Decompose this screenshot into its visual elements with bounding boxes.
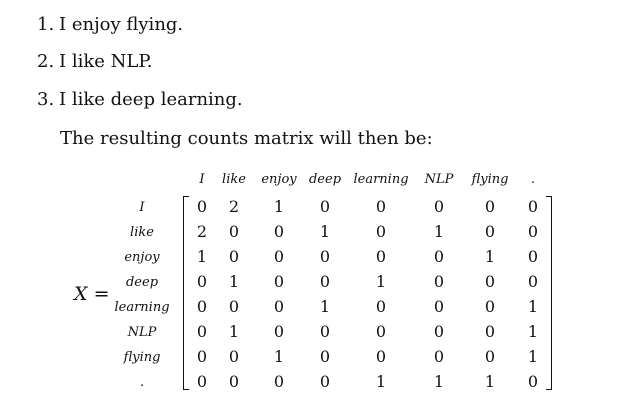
matrix-cell: 0 <box>527 372 539 391</box>
list-number: 2. <box>37 51 55 72</box>
paragraph: The resulting counts matrix will then be… <box>60 128 433 149</box>
matrix-cell: 1 <box>484 247 496 266</box>
matrix-cell: 1 <box>375 372 387 391</box>
list-item: 1. I enjoy flying. <box>37 14 183 36</box>
matrix-cell: 0 <box>484 297 496 316</box>
list-text: I like deep learning. <box>59 89 243 110</box>
matrix-cell: 1 <box>319 297 331 316</box>
matrix-cell: 0 <box>228 347 240 366</box>
matrix-cell: 0 <box>196 297 208 316</box>
row-header: like <box>130 225 154 240</box>
matrix-cell: 0 <box>273 247 285 266</box>
column-header: learning <box>353 172 409 187</box>
matrix-cell: 1 <box>527 322 539 341</box>
matrix-cell: 0 <box>228 372 240 391</box>
matrix-cell: 0 <box>273 222 285 241</box>
matrix-cell: 0 <box>196 322 208 341</box>
matrix-cell: 0 <box>527 197 539 216</box>
matrix-cell: 0 <box>196 347 208 366</box>
left-bracket <box>183 196 189 390</box>
matrix-cell: 0 <box>527 222 539 241</box>
matrix-cell: 0 <box>196 197 208 216</box>
matrix-cell: 0 <box>228 247 240 266</box>
matrix-cell: 0 <box>484 347 496 366</box>
matrix-cell: 0 <box>375 322 387 341</box>
row-header: learning <box>114 300 170 315</box>
matrix-cell: 1 <box>433 372 445 391</box>
column-header: flying <box>471 172 509 187</box>
column-header: enjoy <box>261 172 297 187</box>
matrix-cell: 0 <box>196 372 208 391</box>
row-header: enjoy <box>124 250 160 265</box>
matrix-cell: 0 <box>484 272 496 291</box>
matrix-cell: 0 <box>228 222 240 241</box>
list-item: 3. I like deep learning. <box>37 89 243 111</box>
matrix-label: X = <box>74 283 110 305</box>
matrix-cell: 1 <box>375 272 387 291</box>
matrix-cell: 0 <box>433 322 445 341</box>
matrix-cell: 0 <box>319 247 331 266</box>
matrix-cell: 1 <box>527 347 539 366</box>
matrix-cell: 0 <box>484 222 496 241</box>
matrix-cell: 1 <box>319 222 331 241</box>
column-header: . <box>530 172 536 187</box>
matrix-cell: 1 <box>228 272 240 291</box>
matrix-cell: 0 <box>319 372 331 391</box>
matrix-cell: 0 <box>375 247 387 266</box>
matrix-cell: 0 <box>433 247 445 266</box>
matrix-variable: X <box>74 283 88 305</box>
list-text: I enjoy flying. <box>59 14 184 35</box>
column-header: I <box>199 172 205 187</box>
matrix-cell: 0 <box>433 272 445 291</box>
matrix-cell: 0 <box>375 222 387 241</box>
matrix-cell: 0 <box>433 297 445 316</box>
matrix-cell: 0 <box>228 297 240 316</box>
matrix-cell: 0 <box>319 272 331 291</box>
matrix-cell: 0 <box>273 272 285 291</box>
matrix-cell: 0 <box>375 297 387 316</box>
column-header: NLP <box>424 172 454 187</box>
matrix-cell: 0 <box>375 347 387 366</box>
matrix-cell: 1 <box>527 297 539 316</box>
row-header: deep <box>125 275 159 290</box>
matrix-cell: 0 <box>319 322 331 341</box>
matrix-cell: 0 <box>433 197 445 216</box>
row-header: flying <box>123 350 161 365</box>
row-header: NLP <box>127 325 157 340</box>
list-number: 3. <box>37 89 55 110</box>
matrix-cell: 0 <box>319 347 331 366</box>
matrix-cell: 1 <box>273 197 285 216</box>
matrix-cell: 0 <box>433 347 445 366</box>
matrix-cell: 0 <box>273 372 285 391</box>
matrix-cell: 0 <box>484 197 496 216</box>
matrix-cell: 1 <box>228 322 240 341</box>
matrix-cell: 0 <box>484 322 496 341</box>
matrix-cell: 1 <box>484 372 496 391</box>
matrix-cell: 0 <box>527 272 539 291</box>
matrix-cell: 2 <box>228 197 240 216</box>
matrix-cell: 0 <box>527 247 539 266</box>
list-item: 2. I like NLP. <box>37 51 153 73</box>
right-bracket <box>546 196 552 390</box>
matrix-cell: 1 <box>433 222 445 241</box>
matrix-cell: 0 <box>375 197 387 216</box>
matrix-cell: 0 <box>196 272 208 291</box>
matrix-cell: 0 <box>319 197 331 216</box>
column-header: like <box>222 172 246 187</box>
matrix-cell: 2 <box>196 222 208 241</box>
row-header: . <box>139 375 145 390</box>
list-number: 1. <box>37 14 55 35</box>
matrix-equals: = <box>93 283 110 305</box>
matrix-cell: 0 <box>273 322 285 341</box>
matrix-cell: 1 <box>273 347 285 366</box>
column-header: deep <box>308 172 342 187</box>
matrix-cell: 1 <box>196 247 208 266</box>
list-text: I like NLP. <box>59 51 153 72</box>
row-header: I <box>139 200 145 215</box>
matrix-cell: 0 <box>273 297 285 316</box>
